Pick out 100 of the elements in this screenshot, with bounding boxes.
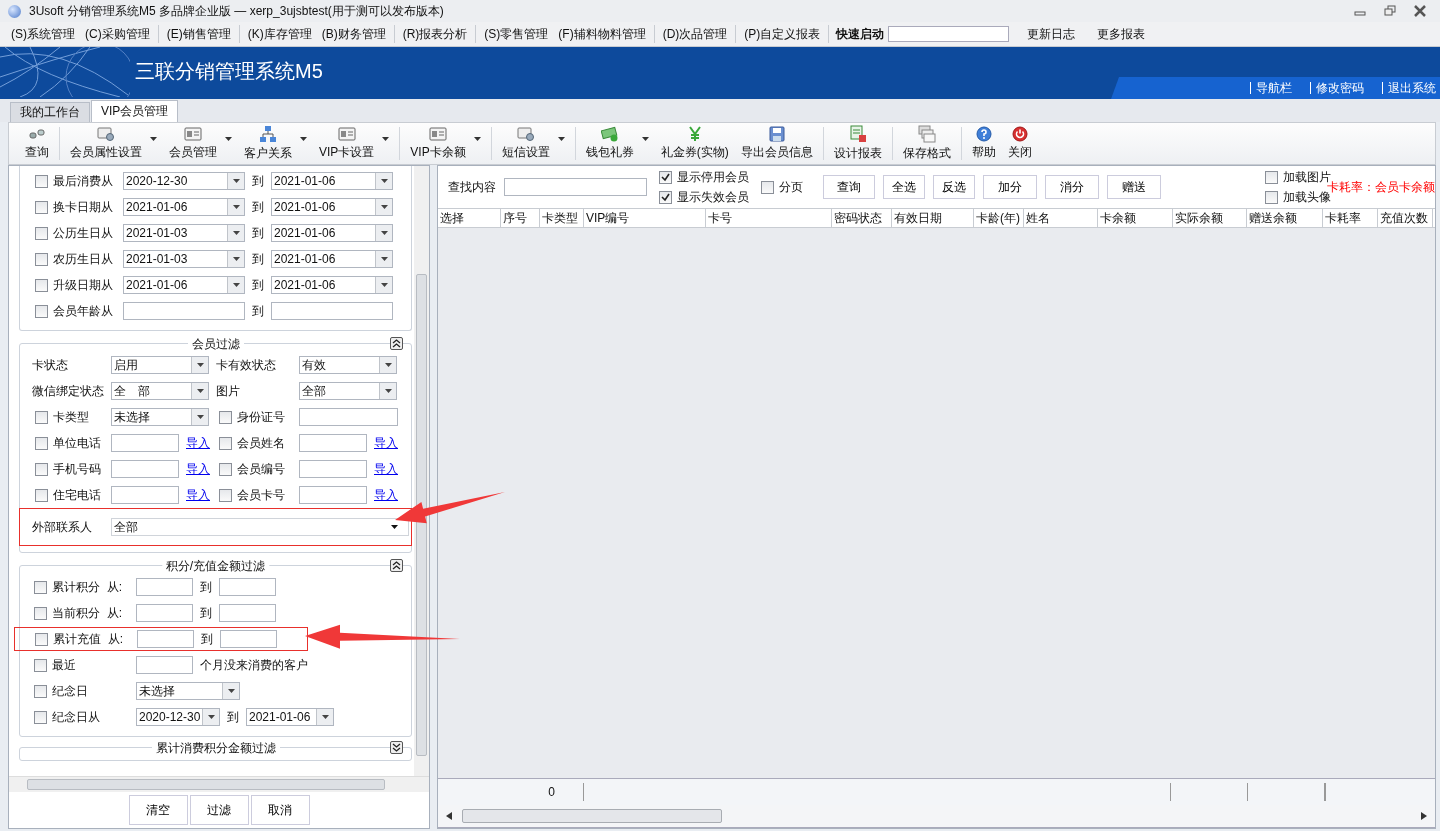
date-dropdown[interactable]: 2020-12-30	[123, 172, 245, 190]
column-header[interactable]: 序号	[501, 209, 540, 227]
date-dropdown[interactable]: 2021-01-06	[271, 172, 393, 190]
dropdown[interactable]: 有效	[299, 356, 397, 374]
text-field[interactable]	[220, 630, 277, 648]
checkbox[interactable]	[219, 436, 232, 450]
menu-item[interactable]: (K)库存管理	[242, 25, 317, 43]
text-field[interactable]	[111, 434, 179, 452]
menu-item[interactable]: (R)报表分析	[397, 25, 473, 43]
toolbar-button[interactable]: VIP卡余额	[404, 123, 487, 164]
toolbar-button[interactable]: 保存格式	[896, 123, 957, 164]
checkbox[interactable]	[35, 488, 48, 502]
toolbar-button[interactable]: 设计报表	[827, 123, 888, 164]
text-field[interactable]	[137, 630, 194, 648]
toolbar-button[interactable]: 帮助	[965, 123, 1002, 164]
column-header[interactable]: 赠送余额	[1247, 209, 1323, 227]
tab[interactable]: 我的工作台	[10, 102, 90, 122]
import-link[interactable]: 导入	[374, 434, 398, 452]
header-link[interactable]: 导航栏	[1256, 79, 1292, 97]
collapse-button[interactable]	[390, 337, 403, 350]
menu-item[interactable]: (D)次品管理	[657, 25, 733, 43]
checkbox[interactable]	[35, 252, 48, 266]
dropdown[interactable]: 未选择	[136, 682, 240, 700]
checkbox[interactable]	[1265, 190, 1278, 204]
checkbox[interactable]	[35, 278, 48, 292]
column-header[interactable]: 卡耗率	[1323, 209, 1378, 227]
menu-link[interactable]: 更新日志	[1027, 25, 1076, 43]
menu-item[interactable]: (S)系统管理	[6, 25, 80, 43]
column-header[interactable]: VIP编号	[584, 209, 706, 227]
panel-button[interactable]: 取消	[250, 795, 310, 825]
text-field[interactable]	[299, 408, 398, 426]
menu-item[interactable]: (P)自定义报表	[739, 25, 826, 43]
checkbox[interactable]	[35, 462, 48, 476]
import-link[interactable]: 导入	[186, 434, 210, 452]
search-field[interactable]	[504, 178, 647, 196]
text-field[interactable]	[136, 578, 193, 596]
dropdown[interactable]: 全部	[299, 382, 397, 400]
date-dropdown[interactable]: 2021-01-06	[271, 224, 393, 242]
checkbox[interactable]	[659, 190, 672, 204]
dropdown[interactable]: 启用	[111, 356, 209, 374]
checkbox[interactable]	[761, 180, 774, 194]
tab[interactable]: VIP会员管理	[91, 100, 179, 122]
scroll-left-icon[interactable]	[446, 812, 452, 820]
text-field[interactable]	[299, 460, 367, 478]
date-dropdown[interactable]: 2021-01-06	[271, 250, 393, 268]
import-link[interactable]: 导入	[186, 460, 210, 478]
date-dropdown[interactable]: 2021-01-06	[271, 276, 393, 294]
toolbar-button[interactable]: 客户关系	[238, 123, 313, 164]
toolbar-button[interactable]: 会员属性设置	[64, 123, 163, 164]
quick-launch-field[interactable]	[888, 26, 1010, 42]
toolbar-button[interactable]: 会员管理	[163, 123, 238, 164]
panel-button[interactable]: 清空	[128, 795, 188, 825]
header-link[interactable]: 退出系统	[1388, 79, 1436, 97]
column-header[interactable]: 卡号	[706, 209, 832, 227]
checkbox[interactable]	[35, 200, 48, 214]
import-link[interactable]: 导入	[374, 486, 398, 504]
checkbox[interactable]	[219, 462, 232, 476]
text-field[interactable]	[299, 434, 367, 452]
checkbox[interactable]	[34, 684, 47, 698]
toolbar-button[interactable]: 礼金券(实物)	[654, 123, 735, 164]
panel-button[interactable]: 过滤	[189, 795, 249, 825]
column-header[interactable]: 姓名	[1024, 209, 1098, 227]
horizontal-scrollbar[interactable]	[9, 776, 429, 792]
menu-item[interactable]: (F)辅料物料管理	[553, 25, 651, 43]
checkbox[interactable]	[659, 170, 672, 184]
checkbox[interactable]	[34, 710, 47, 724]
import-link[interactable]: 导入	[374, 460, 398, 478]
import-link[interactable]: 导入	[186, 486, 210, 504]
menu-item[interactable]: (S)零售管理	[479, 25, 554, 43]
action-button[interactable]: 查询	[823, 175, 875, 199]
toolbar-button[interactable]: 短信设置	[495, 123, 571, 164]
date-dropdown[interactable]: 2021-01-03	[123, 224, 245, 242]
column-header[interactable]: 卡龄(年)	[974, 209, 1024, 227]
text-field[interactable]	[136, 656, 193, 674]
date-dropdown[interactable]: 2021-01-06	[123, 198, 245, 216]
date-dropdown[interactable]: 2021-01-06	[123, 276, 245, 294]
checkbox[interactable]	[219, 410, 232, 424]
date-dropdown[interactable]: 2021-01-06	[246, 708, 334, 726]
toolbar-button[interactable]: VIP卡设置	[313, 123, 396, 164]
text-field[interactable]	[111, 460, 179, 478]
menu-item[interactable]: (E)销售管理	[161, 25, 236, 43]
text-field[interactable]	[219, 604, 276, 622]
toolbar-button[interactable]: 钱包礼券	[579, 123, 655, 164]
menu-item[interactable]: (B)财务管理	[316, 25, 391, 43]
checkbox[interactable]	[35, 226, 48, 240]
checkbox[interactable]	[34, 658, 47, 672]
restore-icon[interactable]	[1384, 5, 1396, 17]
column-header[interactable]: 实际余额	[1173, 209, 1247, 227]
header-link[interactable]: 修改密码	[1316, 79, 1364, 97]
checkbox[interactable]	[35, 436, 48, 450]
text-field[interactable]	[299, 486, 367, 504]
dropdown[interactable]: 全 部	[111, 382, 209, 400]
checkbox[interactable]	[35, 632, 48, 646]
action-button[interactable]: 反选	[933, 175, 975, 199]
column-header[interactable]: 卡余额	[1098, 209, 1173, 227]
checkbox[interactable]	[35, 410, 48, 424]
action-button[interactable]: 消分	[1045, 175, 1099, 199]
checkbox[interactable]	[34, 606, 47, 620]
dropdown[interactable]: 未选择	[111, 408, 209, 426]
text-field[interactable]	[123, 302, 245, 320]
